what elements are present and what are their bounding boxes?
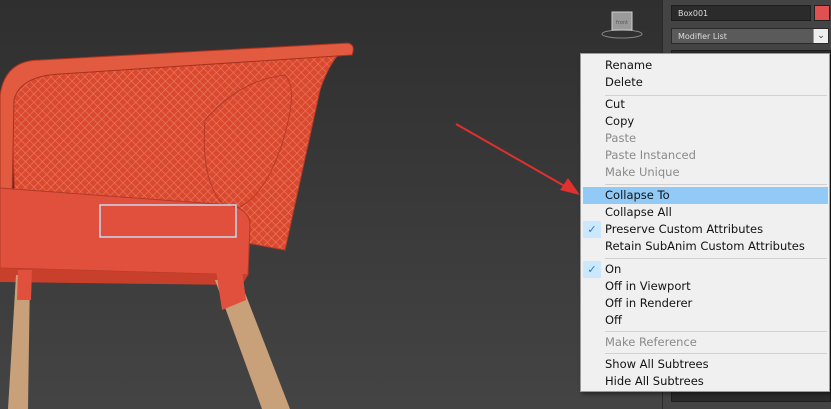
menu-separator (605, 258, 827, 259)
object-name-field[interactable]: Box001 (671, 5, 811, 21)
menu-item-make-unique: Make Unique (605, 165, 680, 179)
object-color-swatch[interactable] (814, 5, 830, 21)
menu-item-collapse-to[interactable]: Collapse To (583, 187, 828, 204)
chair-render (0, 42, 580, 409)
checkmark-icon: ✓ (583, 261, 601, 278)
menu-item-cut[interactable]: Cut (583, 96, 828, 113)
menu-item-off-in-viewport[interactable]: Off in Viewport (583, 278, 828, 295)
menu-item-make-reference: Make Reference (605, 335, 697, 349)
menu-item-off-in-renderer[interactable]: Off in Renderer (583, 295, 828, 312)
menu-separator (605, 184, 827, 185)
svg-text:front: front (616, 20, 628, 26)
menu-item-copy[interactable]: Copy (583, 113, 828, 130)
menu-item-rename[interactable]: Rename (583, 57, 828, 74)
viewcube-icon[interactable]: front (600, 8, 644, 40)
menu-item-on[interactable]: ✓ On (583, 261, 828, 278)
modifier-list-dropdown[interactable]: Modifier List ⌄ (671, 28, 829, 44)
menu-item-paste-instanced: Paste Instanced (605, 148, 696, 162)
menu-item-retain-subanim[interactable]: Retain SubAnim Custom Attributes (583, 238, 828, 255)
menu-item-paste: Paste (605, 131, 637, 145)
context-menu: Rename Delete Cut Copy Paste Paste Insta… (580, 53, 830, 392)
menu-item-show-all-subtrees[interactable]: Show All Subtrees (583, 356, 828, 373)
menu-item-hide-all-subtrees[interactable]: Hide All Subtrees (583, 373, 828, 390)
menu-item-delete[interactable]: Delete (583, 74, 828, 91)
menu-item-preserve-custom-attributes[interactable]: ✓ Preserve Custom Attributes (583, 221, 828, 238)
3d-viewport[interactable]: front (0, 0, 662, 409)
checkmark-icon: ✓ (583, 221, 601, 238)
menu-separator (605, 331, 827, 332)
chevron-down-icon[interactable]: ⌄ (813, 29, 828, 43)
annotation-arrow (455, 123, 569, 189)
menu-separator (605, 353, 827, 354)
menu-item-off[interactable]: Off (583, 312, 828, 329)
modifier-list-label: Modifier List (678, 32, 727, 41)
menu-item-collapse-all[interactable]: Collapse All (583, 204, 828, 221)
